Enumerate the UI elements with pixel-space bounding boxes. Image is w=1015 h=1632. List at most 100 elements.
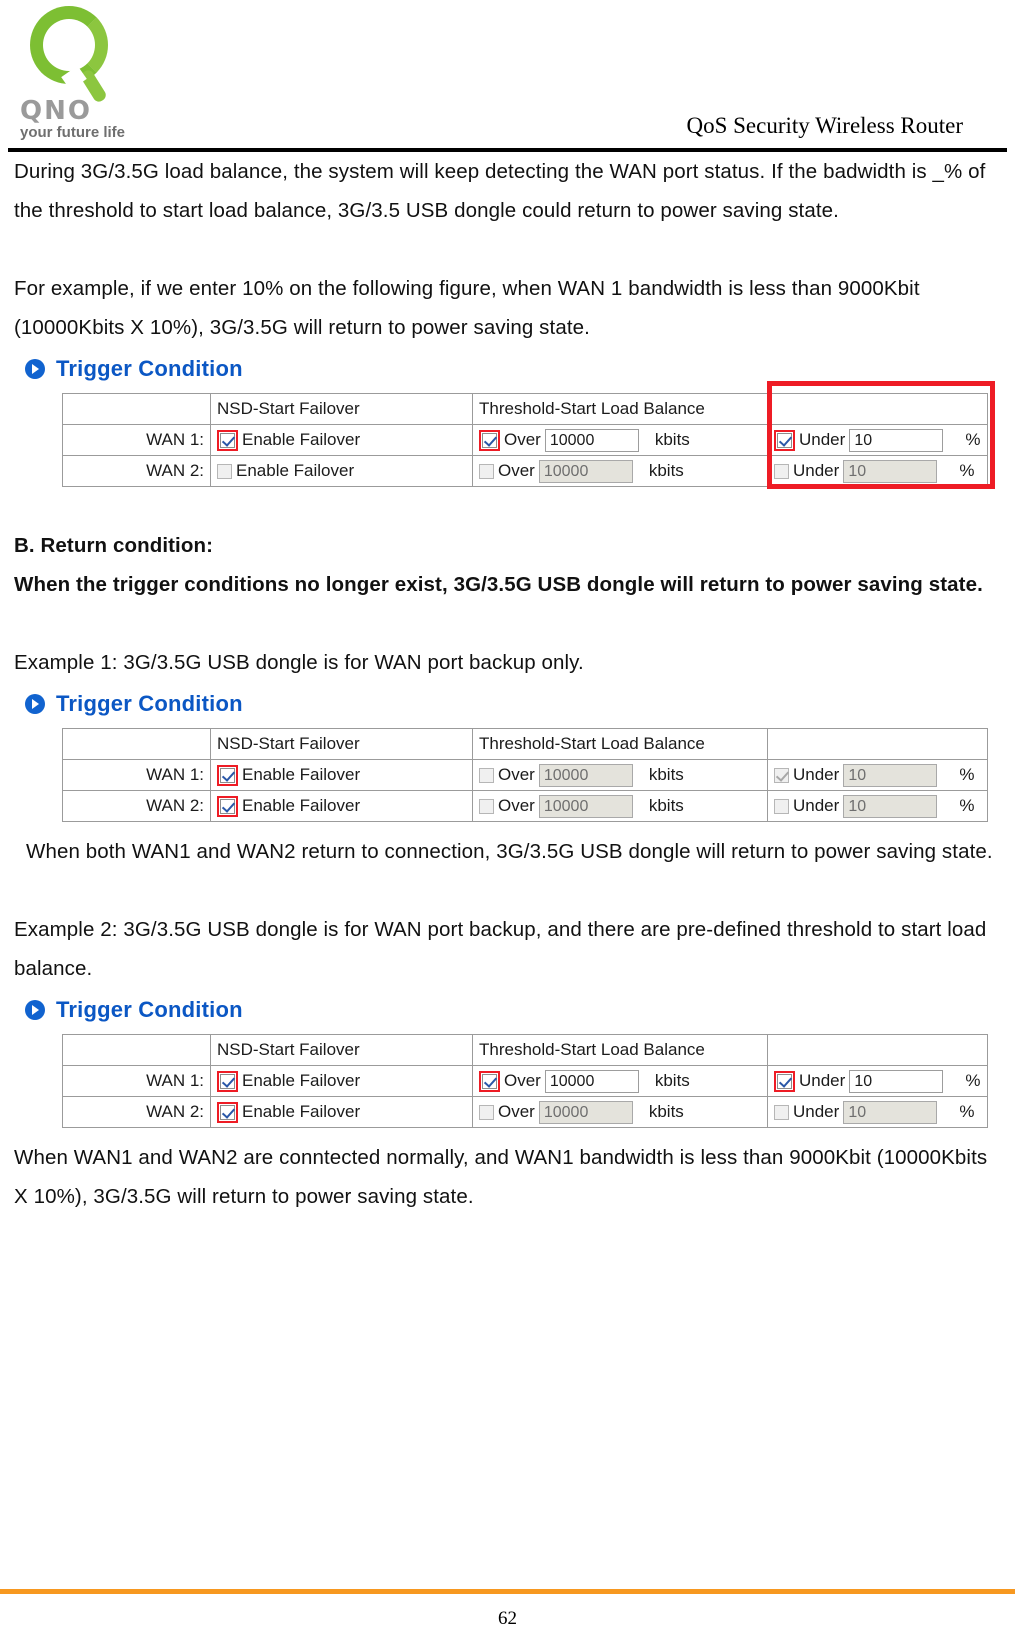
enable-failover-checkbox[interactable] [220, 432, 235, 448]
trigger-condition-header-1: Trigger Condition [14, 353, 1001, 385]
cell-percent-wan2: Under 10 % [767, 790, 988, 822]
enable-failover-checkbox[interactable] [220, 1104, 235, 1120]
over-label: Over [504, 430, 541, 449]
threshold-unit: kbits [654, 430, 690, 449]
page-number: 62 [498, 1608, 517, 1629]
over-threshold-checkbox[interactable] [479, 1104, 494, 1120]
paragraph-example-2: Example 2: 3G/3.5G USB dongle is for WAN… [14, 918, 987, 980]
threshold-unit: kbits [654, 1071, 690, 1090]
trigger-condition-header-3: Trigger Condition [14, 994, 1001, 1026]
arrow-circle-icon [25, 1000, 45, 1020]
cell-threshold-wan1: Over 10000 kbits [472, 1065, 768, 1097]
row-label-wan1: WAN 1: [62, 759, 211, 791]
under-label: Under [799, 430, 846, 449]
enable-failover-checkbox[interactable] [220, 1073, 235, 1089]
under-percent-checkbox[interactable] [774, 1104, 789, 1120]
enable-failover-label: Enable Failover [242, 796, 361, 815]
col-header-blank [62, 393, 211, 425]
panel-title: Trigger Condition [56, 356, 243, 381]
cell-percent-wan1: Under 10 % [767, 424, 988, 456]
col-header-percent [767, 1034, 988, 1066]
trigger-condition-table-1: NSD-Start Failover Threshold-Start Load … [62, 393, 988, 487]
paragraph-example-1-note: When both WAN1 and WAN2 return to connec… [26, 840, 993, 863]
threshold-input[interactable]: 10000 [538, 1100, 633, 1124]
under-label: Under [793, 461, 840, 480]
trigger-condition-header-2: Trigger Condition [14, 688, 1001, 720]
row-label-wan2: WAN 2: [62, 455, 211, 487]
under-label: Under [799, 1071, 846, 1090]
under-percent-checkbox[interactable] [774, 767, 789, 783]
page-header: QNO your future life QoS Security Wirele… [0, 0, 1015, 152]
enable-failover-checkbox[interactable] [220, 767, 235, 783]
table-row: WAN 2: Enable Failover Over 10000 kbits … [62, 455, 988, 487]
threshold-input[interactable]: 10000 [544, 428, 639, 452]
under-percent-checkbox[interactable] [774, 798, 789, 814]
percent-input[interactable]: 10 [843, 763, 938, 787]
row-label-wan1: WAN 1: [62, 1065, 211, 1097]
percent-input[interactable]: 10 [849, 428, 944, 452]
threshold-input[interactable]: 10000 [544, 1069, 639, 1093]
arrow-circle-icon [25, 694, 45, 714]
cell-threshold-wan1: Over 10000 kbits [472, 424, 768, 456]
threshold-input[interactable]: 10000 [538, 763, 633, 787]
checkbox-highlight [774, 429, 795, 451]
enable-failover-checkbox[interactable] [217, 463, 232, 479]
under-label: Under [793, 765, 840, 784]
cell-failover-wan1: Enable Failover [210, 759, 473, 791]
under-percent-checkbox[interactable] [777, 1073, 792, 1089]
table-row: WAN 1: Enable Failover Over 10000 kbits … [62, 1065, 988, 1097]
under-label: Under [793, 1102, 840, 1121]
threshold-input[interactable]: 10000 [538, 794, 633, 818]
checkbox-highlight [217, 795, 238, 817]
percent-unit: % [959, 796, 975, 815]
table-row: WAN 1: Enable Failover Over 10000 kbits … [62, 759, 988, 791]
percent-input[interactable]: 10 [843, 1100, 938, 1124]
paragraph-intro: During 3G/3.5G load balance, the system … [14, 160, 986, 222]
cell-percent-wan2: Under 10 % [767, 455, 988, 487]
trigger-condition-table-3: NSD-Start Failover Threshold-Start Load … [62, 1034, 988, 1128]
percent-unit: % [959, 765, 975, 784]
cell-failover-wan2: Enable Failover [210, 1096, 473, 1128]
threshold-input[interactable]: 10000 [538, 459, 633, 483]
figure-1: Trigger Condition NSD-Start Failover Thr… [14, 353, 1001, 489]
col-header-threshold: Threshold-Start Load Balance [472, 728, 768, 760]
under-percent-checkbox[interactable] [774, 463, 789, 479]
over-threshold-checkbox[interactable] [482, 432, 497, 448]
col-header-percent [767, 393, 988, 425]
enable-failover-checkbox[interactable] [220, 798, 235, 814]
percent-input[interactable]: 10 [843, 794, 938, 818]
table-row: WAN 2: Enable Failover Over 10000 kbits … [62, 790, 988, 822]
trigger-table-wrap-2: NSD-Start Failover Threshold-Start Load … [62, 728, 988, 822]
checkbox-highlight [217, 429, 238, 451]
cell-threshold-wan2: Over 10000 kbits [472, 455, 768, 487]
logo-tagline: your future life [20, 124, 126, 141]
panel-title: Trigger Condition [56, 691, 243, 716]
over-threshold-checkbox[interactable] [479, 463, 494, 479]
under-percent-checkbox[interactable] [777, 432, 792, 448]
over-label: Over [498, 765, 535, 784]
threshold-unit: kbits [648, 796, 684, 815]
paragraph-example-1: Example 1: 3G/3.5G USB dongle is for WAN… [14, 651, 584, 674]
cell-percent-wan1: Under 10 % [767, 1065, 988, 1097]
enable-failover-label: Enable Failover [242, 765, 361, 784]
q-mark-icon [26, 6, 126, 102]
over-threshold-checkbox[interactable] [482, 1073, 497, 1089]
percent-unit: % [965, 430, 981, 449]
trigger-condition-table-2: NSD-Start Failover Threshold-Start Load … [62, 728, 988, 822]
percent-input[interactable]: 10 [843, 459, 938, 483]
over-threshold-checkbox[interactable] [479, 767, 494, 783]
checkbox-highlight [217, 764, 238, 786]
paragraph-return-condition: When the trigger conditions no longer ex… [14, 573, 983, 596]
col-header-percent [767, 728, 988, 760]
col-header-nsd: NSD-Start Failover [210, 393, 473, 425]
enable-failover-label: Enable Failover [242, 1102, 361, 1121]
arrow-circle-icon [25, 359, 45, 379]
paragraph-example: For example, if we enter 10% on the foll… [14, 277, 920, 339]
cell-failover-wan1: Enable Failover [210, 424, 473, 456]
threshold-unit: kbits [648, 1102, 684, 1121]
percent-input[interactable]: 10 [849, 1069, 944, 1093]
checkbox-highlight [217, 1070, 238, 1092]
over-threshold-checkbox[interactable] [479, 798, 494, 814]
paragraph-example-2-note: When WAN1 and WAN2 are conntected normal… [14, 1146, 988, 1208]
table-header-row: NSD-Start Failover Threshold-Start Load … [62, 1034, 988, 1066]
